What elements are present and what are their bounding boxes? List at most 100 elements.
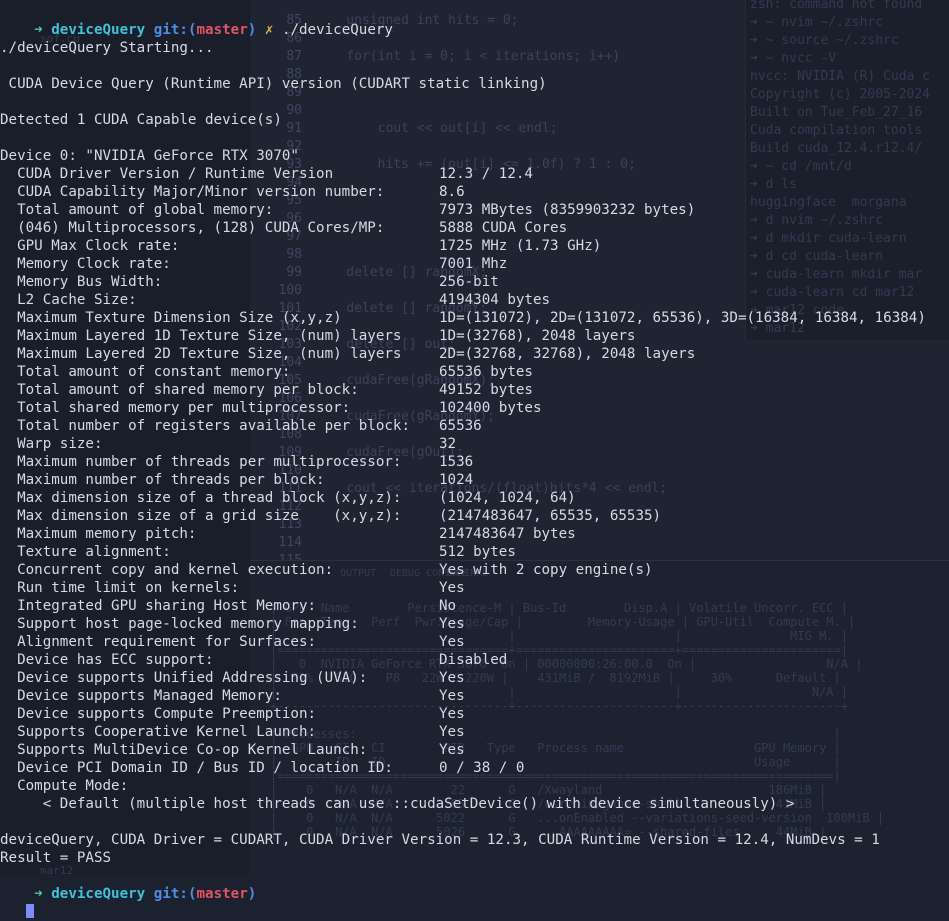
property-value: Yes [439,742,465,758]
property-label: Compute Mode: [0,778,129,794]
property-row: Supports MultiDevice Co-op Kernel Launch… [0,741,949,759]
output-line: CUDA Device Query (Runtime API) version … [0,76,547,92]
property-label: Maximum number of threads per block: [0,472,325,488]
property-value: Yes [439,634,465,650]
property-row: Run time limit on kernels: Yes [0,579,949,597]
property-row: Maximum Layered 2D Texture Size, (num) l… [0,345,949,363]
property-label: Support host page-locked memory mapping: [0,616,359,632]
property-value: 1024 [439,472,474,488]
property-value: (2147483647, 65535, 65535) [439,508,662,524]
property-value: 12.3 / 12.4 [439,166,533,182]
prompt-directory: deviceQuery [51,22,146,38]
property-label: Alignment requirement for Surfaces: [0,634,317,650]
property-value: 7973 MBytes (8359903232 bytes) [439,202,696,218]
property-label: Total shared memory per multiprocessor: [0,400,351,416]
property-row: Total number of registers available per … [0,417,949,435]
property-value: 32 [439,436,457,452]
property-row: Max dimension size of a grid size (x,y,z… [0,507,949,525]
property-label: Texture alignment: [0,544,171,560]
prompt-branch: master [196,22,248,38]
property-row: Maximum Texture Dimension Size (x,y,z) 1D… [0,309,949,327]
property-row: Support host page-locked memory mapping:… [0,615,949,633]
property-label: Total amount of global memory: [0,202,274,218]
property-row: Memory Clock rate: 7001 Mhz [0,255,949,273]
device-name-line: Device 0: "NVIDIA GeForce RTX 3070" [0,148,299,164]
terminal-window[interactable]: ➜ deviceQuery git:(master) ✗ ./deviceQue… [0,0,949,918]
property-row: Concurrent copy and kernel execution: Yes… [0,561,949,579]
property-label: Concurrent copy and kernel execution: [0,562,334,578]
property-label: CUDA Driver Version / Runtime Version [0,166,334,182]
property-row: Max dimension size of a thread block (x,… [0,489,949,507]
summary-line: deviceQuery, CUDA Driver = CUDART, CUDA … [0,832,880,848]
property-label: (046) Multiprocessors, (128) CUDA Cores/… [0,220,385,236]
property-row: Integrated GPU sharing Host Memory: No [0,597,949,615]
property-value: (1024, 1024, 64) [439,490,576,506]
property-row: Compute Mode: [0,777,949,795]
property-label: Warp size: [0,436,103,452]
property-value: 7001 Mhz [439,256,508,272]
property-label: Run time limit on kernels: [0,580,240,596]
property-row: (046) Multiprocessors, (128) CUDA Cores/… [0,219,949,237]
property-row: Maximum Layered 1D Texture Size, (num) l… [0,327,949,345]
terminal-cursor [25,904,34,918]
property-value: 65536 bytes [439,364,533,380]
prompt-git-label: git:( [153,22,197,38]
property-label: Maximum memory pitch: [0,526,197,542]
property-value: Yes [439,706,465,722]
property-value: 512 bytes [439,544,516,560]
prompt-git-close: ) [247,22,257,38]
property-label: Supports Cooperative Kernel Launch: [0,724,317,740]
property-label: Total amount of shared memory per block: [0,382,359,398]
property-label: Device supports Managed Memory: [0,688,282,704]
property-value: 1725 MHz (1.73 GHz) [439,238,602,254]
property-row: L2 Cache Size: 4194304 bytes [0,291,949,309]
prompt-arrow-icon: ➜ [34,22,43,38]
property-value: Yes [439,580,465,596]
property-value: 1D=(32768), 2048 layers [439,328,636,344]
property-value: 2147483647 bytes [439,526,576,542]
property-value: Disabled [439,652,508,668]
final-prompt-line[interactable]: ➜ deviceQuery git:(master) [0,867,256,918]
property-value: 1536 [439,454,474,470]
property-row: Total amount of shared memory per block:… [0,381,949,399]
property-label: Total number of registers available per … [0,418,410,434]
property-row: Device has ECC support: Disabled [0,651,949,669]
property-row: Total amount of global memory: 7973 MByte… [0,201,949,219]
property-row: Memory Bus Width: 256-bit [0,273,949,291]
property-label: Maximum Texture Dimension Size (x,y,z) [0,310,342,326]
property-row: CUDA Driver Version / Runtime Version 12.… [0,165,949,183]
property-value: 65536 [439,418,482,434]
property-label: Device supports Unified Addressing (UVA)… [0,670,368,686]
property-row: Total amount of constant memory: 65536 by… [0,363,949,381]
property-value: 2D=(32768, 32768), 2048 layers [439,346,696,362]
prompt-branch: master [196,886,248,902]
property-label: Max dimension size of a grid size (x,y,z… [0,508,402,524]
property-row: Device supports Managed Memory: Yes [0,687,949,705]
prompt-line: ➜ deviceQuery git:(master) ✗ ./deviceQue… [0,3,393,38]
property-row: Total shared memory per multiprocessor: 1… [0,399,949,417]
property-row: GPU Max Clock rate: 1725 MHz (1.73 GHz) [0,237,949,255]
property-value: 8.6 [439,184,465,200]
property-row: Supports Cooperative Kernel Launch: Yes [0,723,949,741]
property-value: Yes [439,688,465,704]
prompt-command: ./deviceQuery [281,22,393,38]
property-row: Maximum number of threads per multiproce… [0,453,949,471]
property-row: Warp size: 32 [0,435,949,453]
property-row: Device supports Unified Addressing (UVA)… [0,669,949,687]
output-line: ./deviceQuery Starting... [0,40,214,56]
prompt-git-label: git:( [153,886,197,902]
prompt-arrow-icon: ➜ [34,886,43,902]
property-label: GPU Max Clock rate: [0,238,180,254]
property-label: Supports MultiDevice Co-op Kernel Launch… [0,742,368,758]
property-row: Alignment requirement for Surfaces: Yes [0,633,949,651]
property-value: 49152 bytes [439,382,533,398]
property-row: Texture alignment: 512 bytes [0,543,949,561]
property-label: Device PCI Domain ID / Bus ID / location… [0,760,393,776]
property-row: CUDA Capability Major/Minor version numb… [0,183,949,201]
property-row: Maximum number of threads per block: 1024 [0,471,949,489]
property-label: Maximum Layered 2D Texture Size, (num) l… [0,346,402,362]
property-value: Yes [439,724,465,740]
property-label: Memory Bus Width: [0,274,163,290]
prompt-git-close: ) [247,886,257,902]
property-value: 5888 CUDA Cores [439,220,568,236]
